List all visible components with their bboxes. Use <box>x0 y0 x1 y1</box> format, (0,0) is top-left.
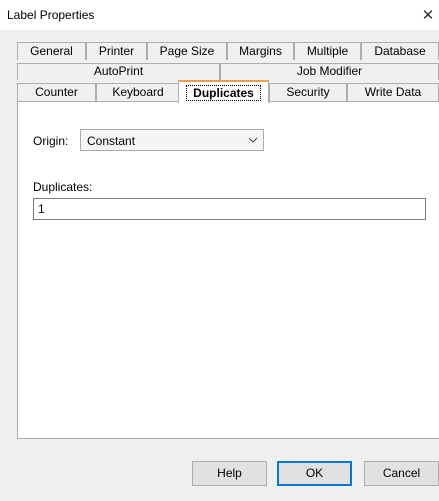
help-button[interactable]: Help <box>192 461 267 486</box>
duplicates-input-value: 1 <box>38 202 45 216</box>
origin-label: Origin: <box>33 134 69 148</box>
tab-multiple[interactable]: Multiple <box>294 42 361 60</box>
tab-counter[interactable]: Counter <box>17 83 96 101</box>
title-bar: Label Properties ✕ <box>0 0 439 30</box>
label-properties-dialog: Label Properties ✕ General Printer Page … <box>0 0 439 501</box>
tab-page-duplicates <box>17 101 439 439</box>
tab-database[interactable]: Database <box>361 42 439 60</box>
origin-select[interactable]: Constant <box>80 129 264 151</box>
tab-general[interactable]: General <box>17 42 86 60</box>
tab-write-data[interactable]: Write Data <box>347 83 439 101</box>
tab-duplicates-label: Duplicates <box>186 85 261 101</box>
tab-autoprint[interactable]: AutoPrint <box>17 63 220 80</box>
tab-job-modifier[interactable]: Job Modifier <box>220 63 439 80</box>
tab-page-size[interactable]: Page Size <box>147 42 227 60</box>
tab-printer[interactable]: Printer <box>86 42 147 60</box>
window-title: Label Properties <box>7 8 95 22</box>
origin-select-value: Constant <box>87 134 136 148</box>
ok-button[interactable]: OK <box>277 461 352 486</box>
close-icon[interactable]: ✕ <box>417 0 439 30</box>
tab-duplicates[interactable]: Duplicates <box>178 80 269 103</box>
duplicates-label: Duplicates: <box>33 180 93 194</box>
tab-keyboard[interactable]: Keyboard <box>96 83 180 101</box>
cancel-button[interactable]: Cancel <box>364 461 439 486</box>
tab-margins[interactable]: Margins <box>227 42 294 60</box>
chevron-down-icon <box>248 137 258 143</box>
duplicates-input[interactable]: 1 <box>33 198 426 220</box>
tab-security[interactable]: Security <box>269 83 347 101</box>
